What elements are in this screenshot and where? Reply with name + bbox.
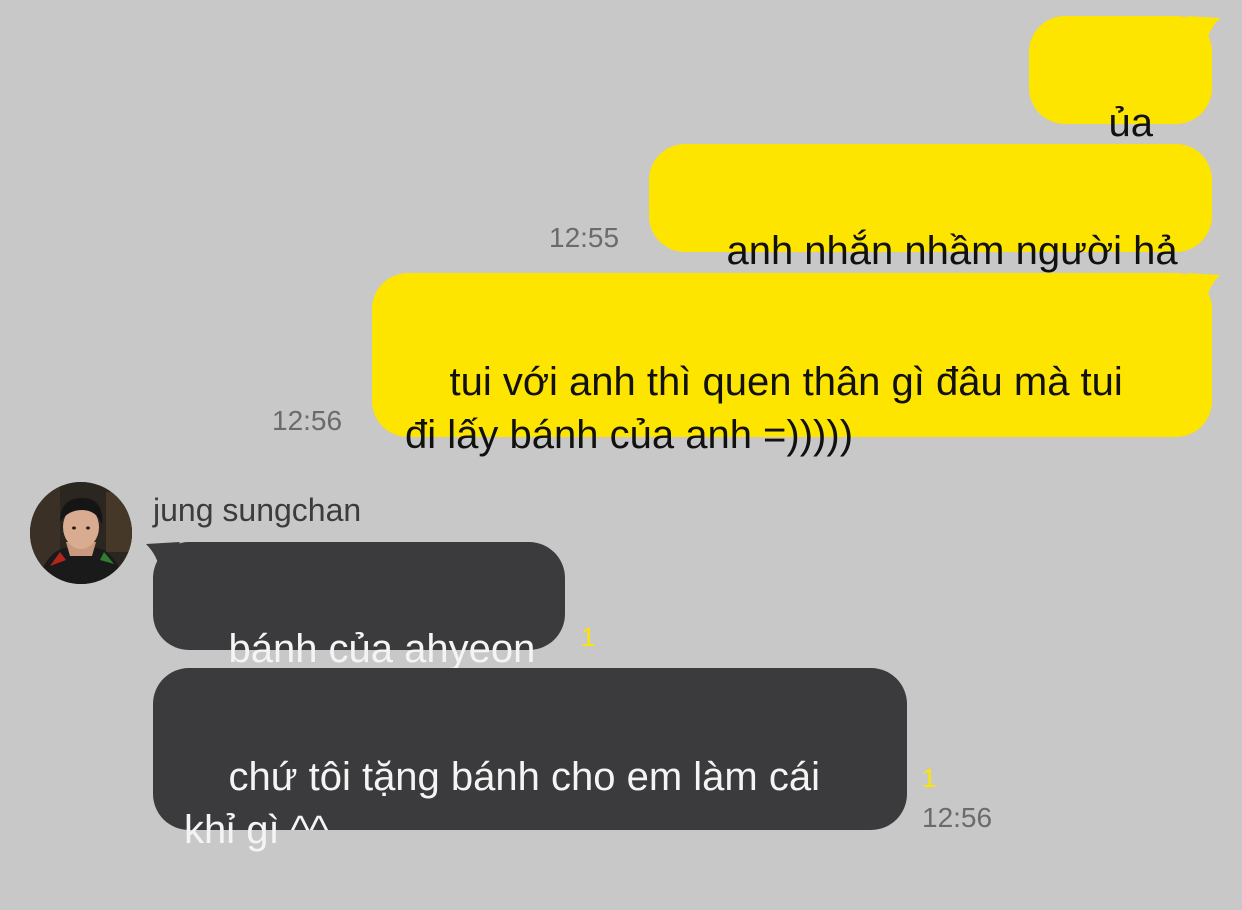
unread-count-badge: 1: [922, 763, 937, 793]
message-timestamp: 12:56: [922, 802, 993, 833]
message-text: tui với anh thì quen thân gì đâu mà tui …: [405, 360, 1123, 457]
profile-photo-icon: [30, 482, 132, 584]
incoming-message[interactable]: bánh của ahyeon: [153, 542, 565, 671]
message-timestamp: 12:56: [272, 405, 343, 436]
bubble-tail-icon: [1186, 16, 1220, 46]
sender-name: jung sungchan: [153, 492, 362, 528]
outgoing-message[interactable]: tui với anh thì quen thân gì đâu mà tui …: [372, 273, 1212, 457]
outgoing-message[interactable]: ủa alo: [1029, 16, 1212, 198]
unread-count-badge: 1: [581, 622, 596, 652]
bubble-tail-icon: [1186, 273, 1220, 303]
incoming-message[interactable]: chứ tôi tặng bánh cho em làm cái khỉ gì …: [153, 668, 907, 852]
chat-view[interactable]: ủa alo anh nhắn nhầm người hả 12:55 tui …: [0, 0, 1242, 852]
contact-avatar[interactable]: [30, 482, 132, 584]
message-text: bánh của ahyeon: [228, 627, 536, 671]
message-timestamp: 12:55: [549, 222, 620, 253]
outgoing-message[interactable]: anh nhắn nhầm người hả: [649, 144, 1212, 273]
message-text: anh nhắn nhầm người hả: [726, 229, 1178, 273]
message-text: chứ tôi tặng bánh cho em làm cái khỉ gì …: [184, 755, 820, 852]
